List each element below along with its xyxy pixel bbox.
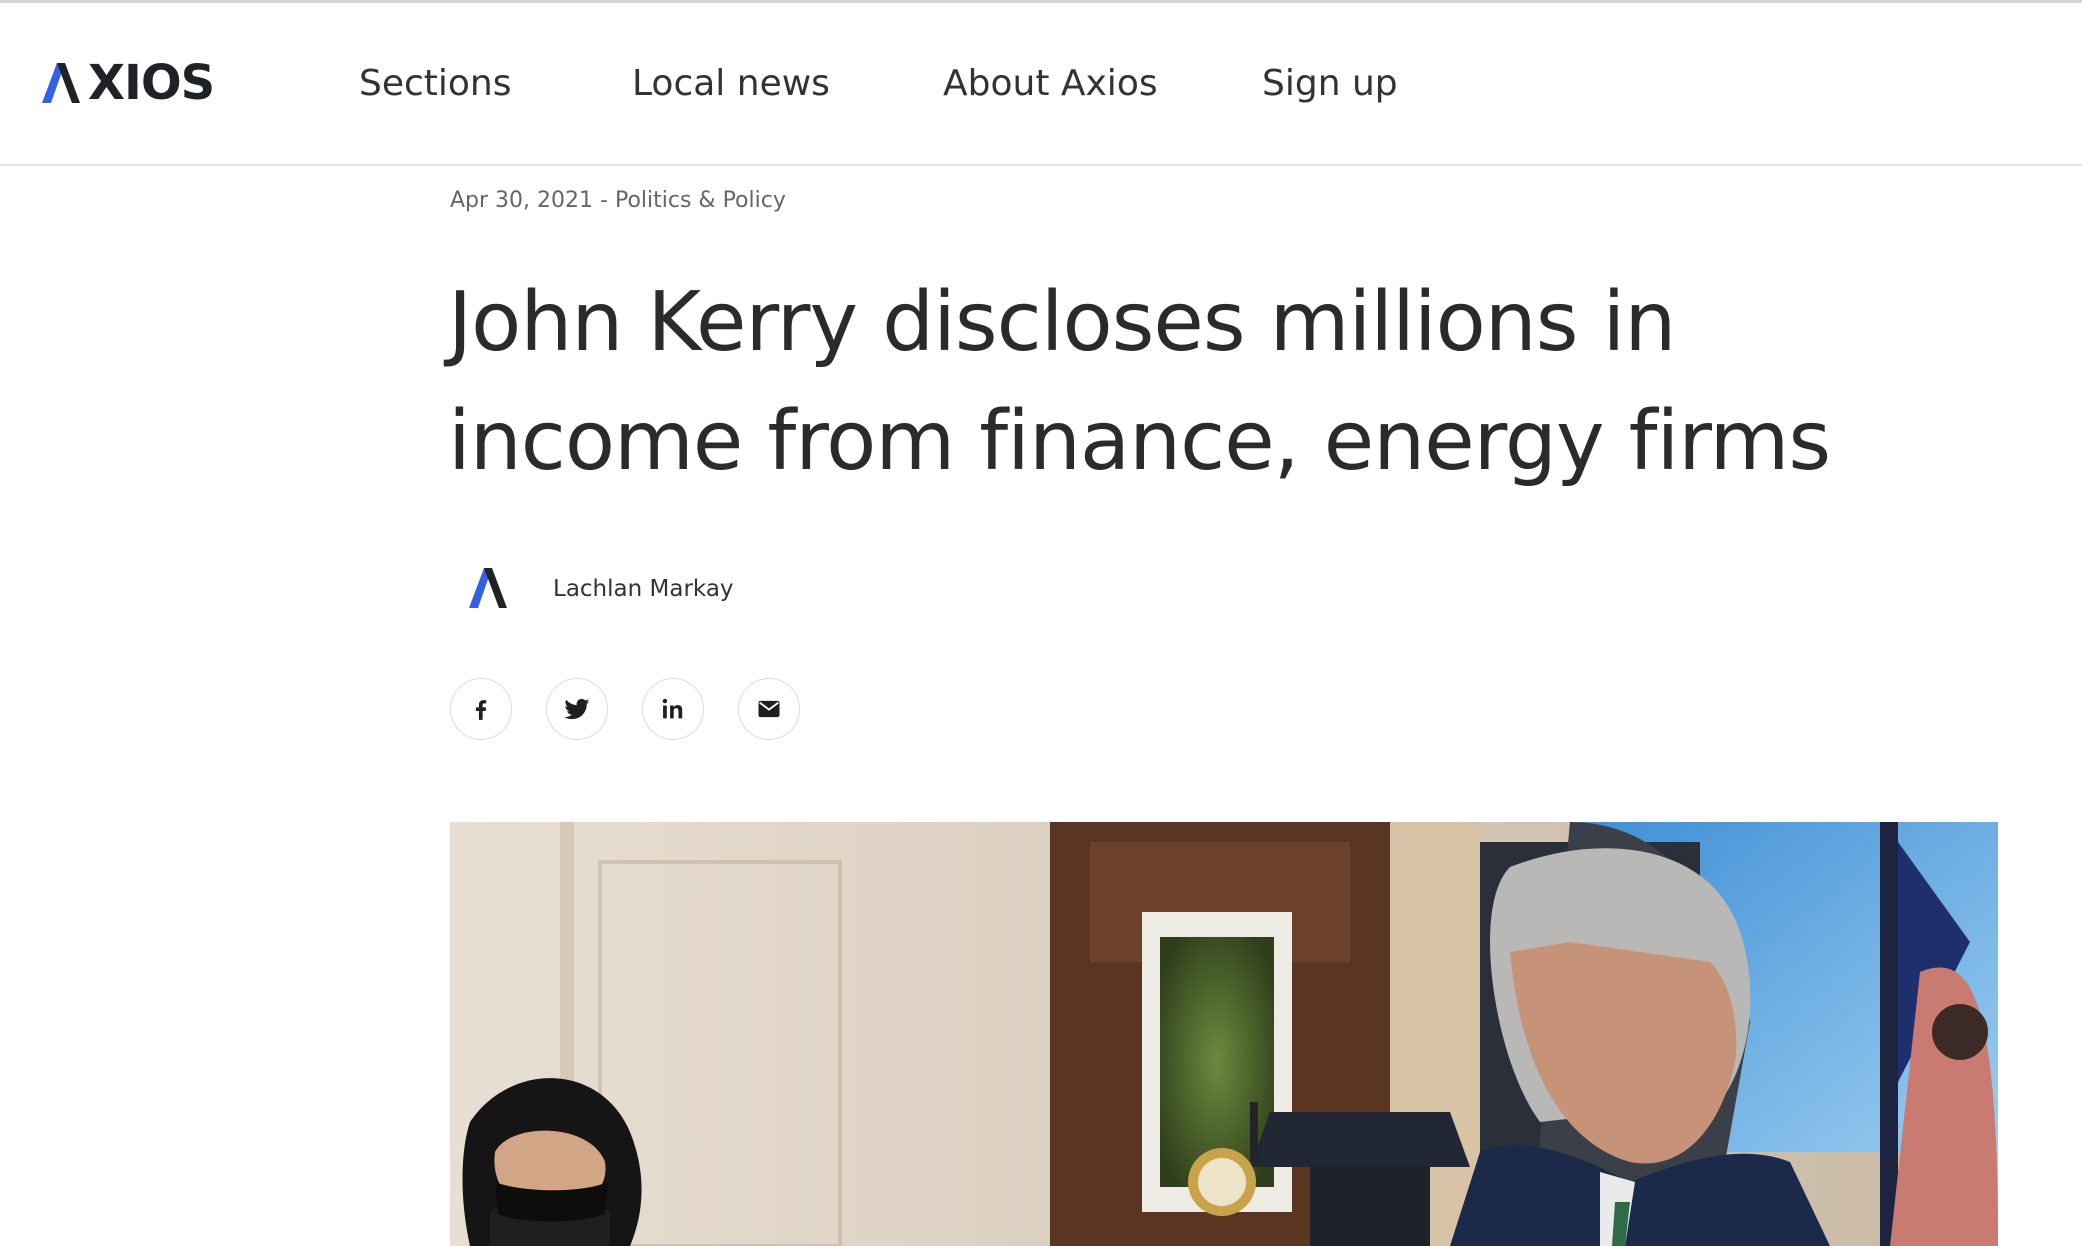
article-headline: John Kerry discloses millions in income … <box>448 263 2008 501</box>
nav-local-news[interactable]: Local news <box>632 59 830 109</box>
nav-sections[interactable]: Sections <box>359 59 512 109</box>
share-facebook-button[interactable] <box>450 678 512 740</box>
site-header: XIOS Sections Local news About Axios Sig… <box>0 3 2082 166</box>
axios-a-icon <box>42 63 80 103</box>
nav-about-axios[interactable]: About Axios <box>943 59 1158 109</box>
hero-photo <box>450 822 1998 1246</box>
axios-avatar-icon <box>469 568 507 608</box>
article-meta: Apr 30, 2021 - Politics & Policy <box>450 186 786 216</box>
article-date: Apr 30, 2021 <box>450 188 594 213</box>
headline-line-2: income from finance, energy firms <box>448 394 1831 489</box>
linkedin-icon <box>662 698 683 719</box>
author-avatar[interactable] <box>450 552 530 624</box>
author-name[interactable]: Lachlan Markay <box>553 573 734 605</box>
logo-wordmark: XIOS <box>88 55 215 111</box>
share-email-button[interactable] <box>738 678 800 740</box>
article-category-link[interactable]: Politics & Policy <box>615 188 786 213</box>
facebook-icon <box>475 700 487 720</box>
axios-logo[interactable]: XIOS <box>42 55 215 111</box>
twitter-icon <box>564 698 590 720</box>
email-icon <box>758 700 780 718</box>
headline-line-1: John Kerry discloses millions in <box>448 275 1676 370</box>
share-twitter-button[interactable] <box>546 678 608 740</box>
nav-sign-up[interactable]: Sign up <box>1262 59 1398 109</box>
meta-separator: - <box>593 188 615 213</box>
share-linkedin-button[interactable] <box>642 678 704 740</box>
photo-image <box>450 822 1998 1246</box>
